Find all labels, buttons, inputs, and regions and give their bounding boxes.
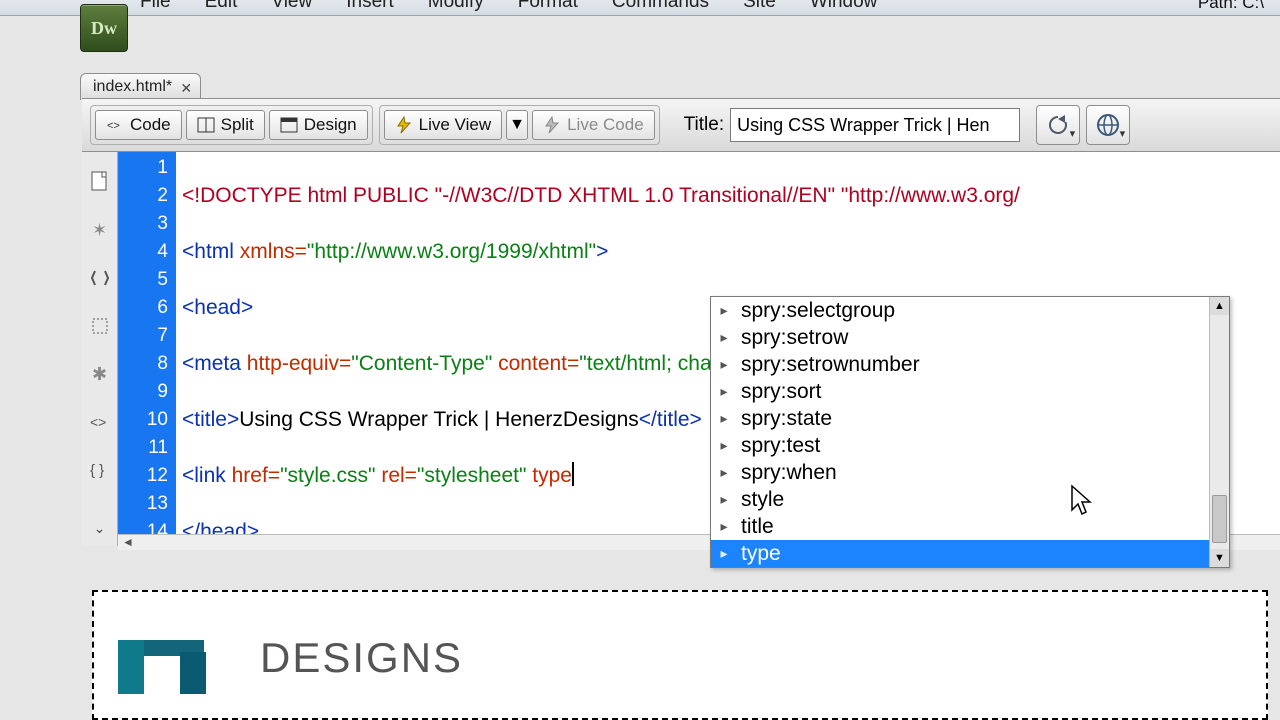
code-view-button[interactable]: <> Code [95, 110, 182, 140]
browser-preview-button[interactable]: ▾ [1086, 105, 1130, 145]
refresh-button[interactable]: ▾ [1036, 105, 1080, 145]
svg-text:{ }: { } [90, 462, 104, 479]
code-hint-label: spry:setrownumber [741, 353, 920, 377]
attribute-icon: ▸ [715, 410, 733, 427]
balance-braces-icon[interactable] [88, 266, 112, 290]
attribute-icon: ▸ [715, 356, 733, 373]
scroll-up-icon[interactable]: ▲ [1210, 297, 1229, 315]
popup-scrollbar[interactable]: ▲ ▼ [1209, 297, 1229, 567]
live-view-button[interactable]: Live View [384, 110, 502, 140]
split-view-label: Split [221, 115, 254, 135]
lightning-icon [543, 116, 561, 134]
scroll-down-icon[interactable]: ▼ [1210, 549, 1229, 567]
svg-text:<>: <> [90, 414, 106, 430]
code-hint-label: spry:state [741, 407, 832, 431]
code-hint-item[interactable]: ▸ type [711, 540, 1229, 567]
code-hint-label: spry:when [741, 461, 837, 485]
app-logo-icon: Dw [80, 4, 128, 52]
attribute-icon: ▸ [715, 545, 733, 562]
text-caret [572, 462, 574, 486]
preview-logo: DESIGNS [118, 622, 1242, 694]
code-line-2: <html xmlns="http://www.w3.org/1999/xhtm… [182, 238, 1274, 266]
line-gutter: 123 456 789 101112 1314 [118, 152, 176, 545]
code-hint-label: spry:setrow [741, 326, 848, 350]
attribute-icon: ▸ [715, 437, 733, 454]
lightning-icon [395, 116, 413, 134]
document-tab-label: index.html* [93, 78, 172, 95]
live-view-label: Live View [419, 115, 491, 135]
menu-format[interactable]: Format [518, 0, 578, 15]
title-input[interactable] [730, 108, 1020, 142]
code-hint-item[interactable]: ▸ spry:setrow [711, 324, 1229, 351]
code-hint-label: spry:test [741, 434, 820, 458]
menu-modify[interactable]: Modify [428, 0, 484, 15]
refresh-icon [1046, 113, 1070, 137]
menu-view[interactable]: View [271, 0, 312, 15]
code-hint-item[interactable]: ▸ style [711, 486, 1229, 513]
expand-strip-icon[interactable]: ⌄ [88, 516, 112, 540]
code-hint-item[interactable]: ▸ spry:test [711, 432, 1229, 459]
split-view-button[interactable]: Split [186, 110, 265, 140]
scroll-thumb[interactable] [1212, 495, 1227, 543]
attribute-icon: ▸ [715, 383, 733, 400]
design-view-button[interactable]: Design [269, 110, 368, 140]
attribute-icon: ▸ [715, 518, 733, 535]
title-label: Title: [684, 114, 724, 136]
code-tool-strip: ✶ ✱ <> { } ⌄ [82, 152, 118, 546]
code-hint-label: style [741, 488, 784, 512]
menu-edit[interactable]: Edit [205, 0, 238, 15]
split-icon [197, 116, 215, 134]
attribute-icon: ▸ [715, 464, 733, 481]
svg-text:<>: <> [107, 120, 120, 132]
menu-insert[interactable]: Insert [346, 0, 394, 15]
code-view-label: Code [130, 115, 171, 135]
apply-comment-icon[interactable]: ✱ [88, 362, 112, 386]
document-tab-index[interactable]: index.html* ✕ [80, 73, 201, 100]
code-hint-item[interactable]: ▸ title [711, 513, 1229, 540]
code-hints-popup[interactable]: ▸ spry:selectgroup ▸ spry:setrow ▸ spry:setro… [710, 296, 1230, 568]
live-code-button[interactable]: Live Code [532, 110, 655, 140]
view-mode-group: <> Code Split Design [90, 105, 373, 145]
live-code-label: Live Code [567, 115, 644, 135]
menu-file[interactable]: File [140, 0, 171, 15]
design-view-label: Design [304, 115, 357, 135]
code-hint-item[interactable]: ▸ spry:when [711, 459, 1229, 486]
live-group: Live View ▼ Live Code [379, 105, 660, 145]
collapse-tag-icon[interactable]: ✶ [88, 218, 112, 242]
menu-bar: File Edit View Insert Modify Format Comm… [0, 0, 1280, 16]
logo-wordmark: DESIGNS [260, 634, 463, 682]
attribute-icon: ▸ [715, 491, 733, 508]
attribute-icon: ▸ [715, 302, 733, 319]
document-toolbar: <> Code Split Design Live View ▼ [82, 98, 1280, 152]
attribute-icon: ▸ [715, 329, 733, 346]
menu-window[interactable]: Window [810, 0, 878, 15]
close-icon[interactable]: ✕ [180, 80, 192, 97]
code-hint-item[interactable]: ▸ spry:setrownumber [711, 351, 1229, 378]
select-parent-icon[interactable] [88, 314, 112, 338]
code-hint-label: type [741, 542, 781, 566]
code-icon: <> [106, 116, 124, 134]
menu-commands[interactable]: Commands [612, 0, 709, 15]
code-hint-label: title [741, 515, 774, 539]
globe-icon [1095, 112, 1121, 138]
design-preview-pane[interactable]: DESIGNS [92, 590, 1268, 720]
logo-mark-icon [118, 622, 238, 694]
code-line-1: <!DOCTYPE html PUBLIC "-//W3C//DTD XHTML… [182, 182, 1274, 210]
live-view-dropdown[interactable]: ▼ [506, 110, 528, 140]
design-icon [280, 116, 298, 134]
code-hint-item[interactable]: ▸ spry:state [711, 405, 1229, 432]
path-display: Path: C:\ [1198, 0, 1280, 15]
wrap-tag-icon[interactable]: <> [88, 410, 112, 434]
document-tab-bar: index.html* ✕ [80, 70, 201, 100]
code-hint-item[interactable]: ▸ spry:selectgroup [711, 297, 1229, 324]
code-hint-label: spry:selectgroup [741, 299, 895, 323]
braces-icon[interactable]: { } [88, 458, 112, 482]
code-hint-item[interactable]: ▸ spry:sort [711, 378, 1229, 405]
menu-site[interactable]: Site [743, 0, 776, 15]
open-documents-icon[interactable] [88, 170, 112, 194]
code-hint-label: spry:sort [741, 380, 822, 404]
